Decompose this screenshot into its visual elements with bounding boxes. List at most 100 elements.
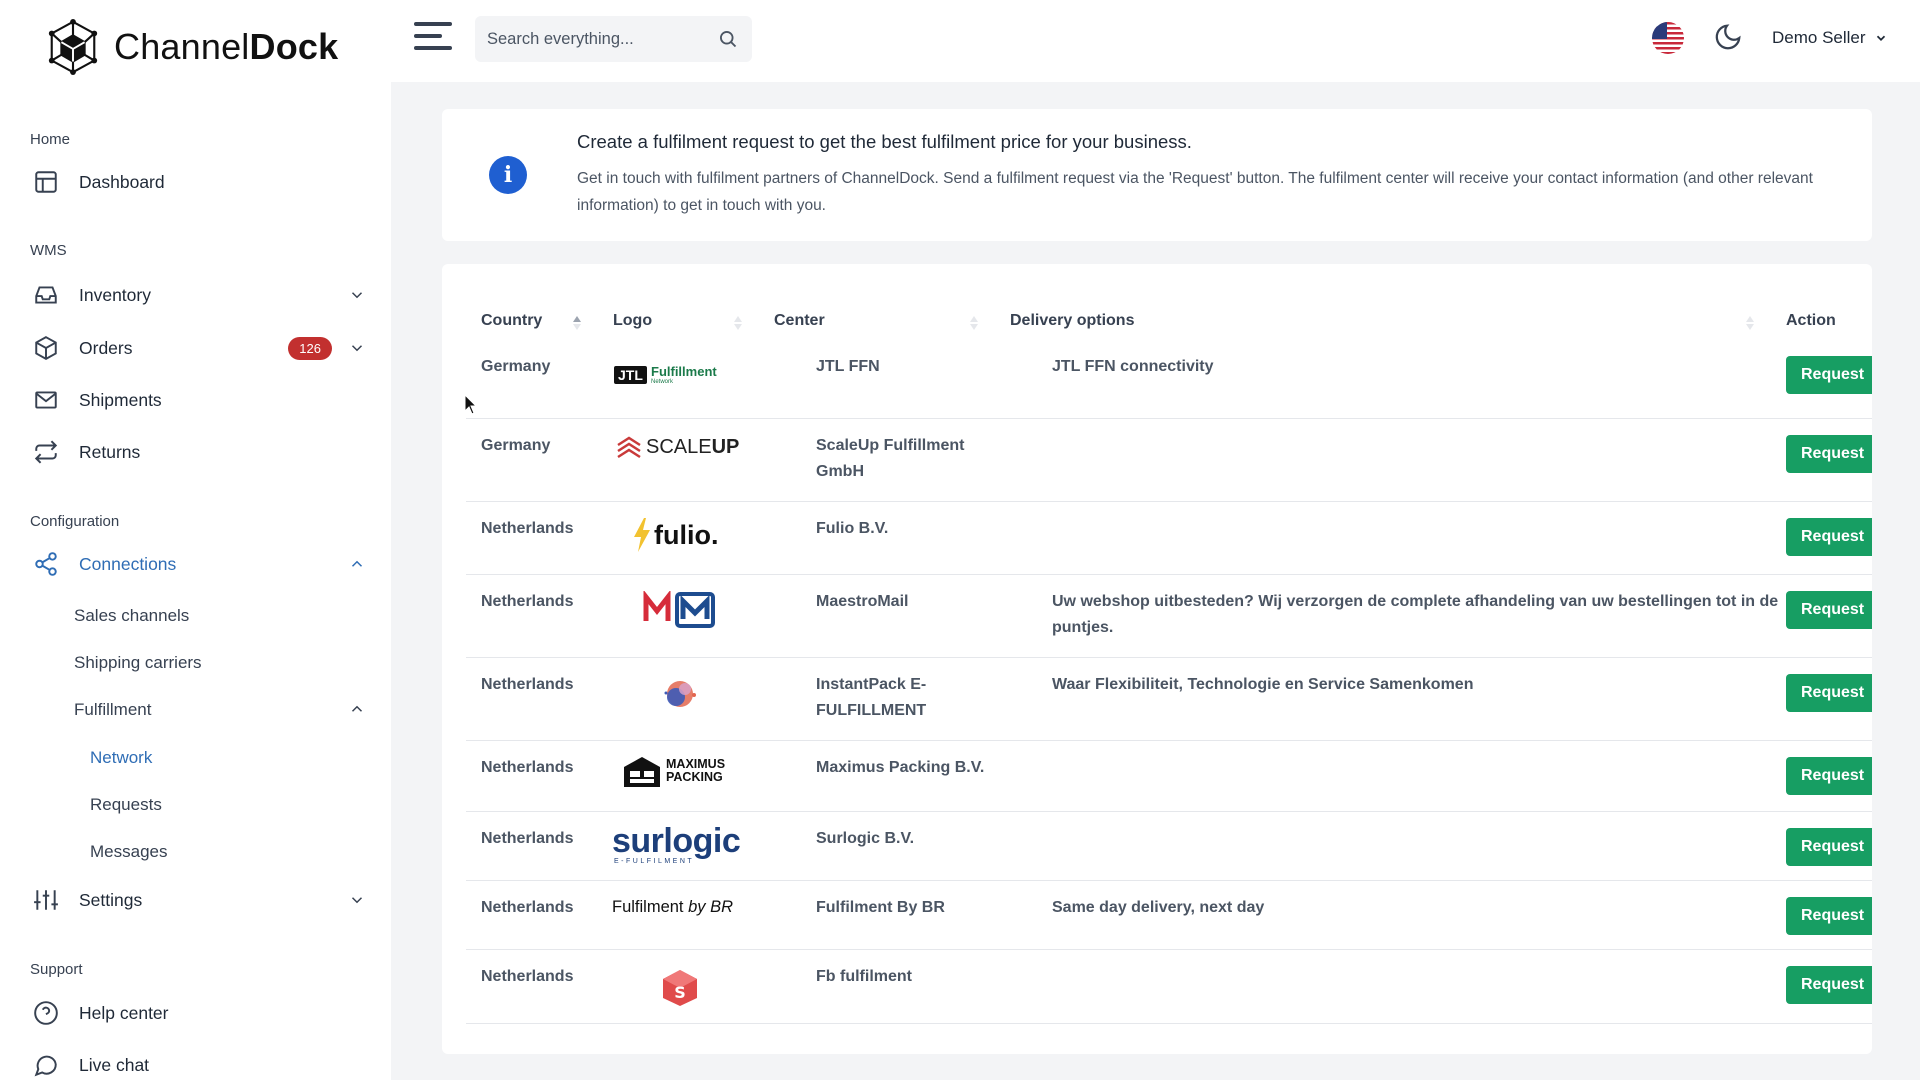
sidebar-item-label: Orders [79,337,133,358]
channeldock-logo-icon [48,18,98,76]
col-header-delivery-options[interactable]: Delivery options [1010,312,1134,330]
section-home: Home [30,131,71,148]
request-button[interactable]: Request [1786,356,1872,394]
cell-center: Surlogic B.V. [816,830,915,847]
brand-logo[interactable]: ChannelDock [44,16,338,78]
svg-text:S: S [674,983,686,1002]
sidebar-item-inventory[interactable]: Inventory [30,275,366,315]
sidebar: ChannelDock Home Dashboard WMS Inventory… [0,0,391,1080]
surlogic-logo-sub: E-FULFILMENT [614,858,695,865]
col-header-action: Action [1786,312,1836,329]
sort-icon[interactable] [969,314,979,332]
info-title: Create a fulfilment request to get the b… [577,131,1192,152]
request-button[interactable]: Request [1786,966,1872,1004]
cell-center: MaestroMail [816,593,909,610]
sidebar-item-shipments[interactable]: Shipments [30,380,366,420]
scaleup-logo: SCALEUP [616,435,746,465]
sidebar-item-live-chat[interactable]: Live chat [30,1045,366,1080]
sidebar-item-label: Dashboard [79,171,165,192]
maestromail-logo-mark-icon [643,589,715,628]
cell-country: Netherlands [481,759,574,776]
cell-delivery: JTL FFN connectivity [1052,358,1214,375]
share-icon [30,548,62,580]
search-input[interactable] [487,29,707,49]
sidebar-item-label: Settings [79,889,143,910]
cell-country: Germany [481,358,551,375]
sidebar-item-help-center[interactable]: Help center [30,993,366,1033]
warehouse-icon [624,757,660,787]
sidebar-item-orders[interactable]: Orders 126 [30,328,366,368]
cell-center: JTL FFN [816,358,880,375]
cell-country: Germany [481,437,551,454]
table-row: Netherlands InstantPack E-FULFILLMENT Wa… [466,658,1872,741]
section-wms: WMS [30,242,67,259]
sort-icon[interactable] [572,314,582,332]
chevron-down-icon [1876,35,1885,41]
sidebar-item-label: Shipments [79,389,162,410]
sidebar-item-shipping-carriers[interactable]: Shipping carriers [74,653,202,673]
br-logo-text-a: Fulfilment [612,898,689,916]
search-box[interactable] [475,16,752,62]
info-card: i Create a fulfilment request to get the… [442,109,1872,241]
cell-country: Netherlands [481,593,574,610]
sidebar-item-label: Connections [79,553,177,574]
sidebar-item-label: Inventory [79,284,151,305]
table-row: Netherlands fulio. Fulio B.V. Request [466,502,1872,575]
orders-count-badge: 126 [288,336,332,360]
cell-delivery: Uw webshop uitbesteden? Wij verzorgen de… [1052,593,1779,636]
top-bar: Demo Seller [391,0,1920,82]
sidebar-item-dashboard[interactable]: Dashboard [30,162,366,202]
sidebar-item-returns[interactable]: Returns [30,432,366,472]
request-button[interactable]: Request [1786,828,1872,866]
request-button[interactable]: Request [1786,757,1872,795]
scaleup-logo-text-a: SCALE [646,436,712,458]
request-button[interactable]: Request [1786,897,1872,935]
table-row: Germany JTL Fulfillment Network JTL FFN … [466,350,1872,419]
chevron-up-icon [348,555,366,573]
maximus-packing-logo-text: MAXIMUS PACKING [666,758,725,784]
sidebar-item-settings[interactable]: Settings [30,880,366,920]
request-button[interactable]: Request [1786,435,1872,473]
chevron-up-icon [348,700,366,723]
table-row: Netherlands MAXIMUS PACKING Maximus Pack… [466,741,1872,812]
request-button[interactable]: Request [1786,674,1872,712]
sort-icon[interactable] [1745,314,1755,332]
sidebar-item-requests[interactable]: Requests [90,795,162,815]
us-flag-icon[interactable] [1652,22,1684,54]
sidebar-item-connections[interactable]: Connections [30,544,366,584]
cell-country: Netherlands [481,676,574,693]
fulfilment-by-br-logo: Fulfilment by BR [612,898,752,922]
jtl-logo: JTL Fulfillment Network [614,364,734,390]
search-icon[interactable] [718,29,738,49]
col-header-center[interactable]: Center [774,312,825,330]
user-menu[interactable]: Demo Seller [1772,28,1888,48]
chevron-down-icon [348,891,366,909]
scaleup-logo-text-b: UP [711,436,740,458]
sidebar-item-network[interactable]: Network [90,748,152,768]
cell-delivery: Waar Flexibiliteit, Technologie en Servi… [1052,676,1474,693]
sidebar-item-fulfillment[interactable]: Fulfillment [74,700,366,720]
surlogic-logo-text: surlogic [612,822,741,860]
request-button[interactable]: Request [1786,518,1872,556]
request-button[interactable]: Request [1786,591,1872,629]
table-row: Germany SCALEUP ScaleUp Fulfillment GmbH… [466,419,1872,502]
menu-toggle-icon[interactable] [414,22,452,54]
sidebar-item-sales-channels[interactable]: Sales channels [74,606,189,626]
table-row: Netherlands surlogic E-FULFILMENT Surlog… [466,812,1872,881]
help-circle-icon [30,997,62,1029]
fb-fulfilment-logo: S [661,968,699,1008]
fulio-logo-text: fulio. [654,520,719,550]
cell-country: Netherlands [481,520,574,537]
col-header-logo[interactable]: Logo [613,312,652,330]
cell-country: Netherlands [481,968,574,985]
cell-center: ScaleUp Fulfillment GmbH [816,437,965,480]
section-configuration: Configuration [30,513,120,530]
fulio-logo: fulio. [632,518,732,558]
brand-name-bold: Dock [249,26,339,67]
sidebar-item-messages[interactable]: Messages [90,842,167,862]
col-header-country[interactable]: Country [481,312,542,330]
moon-icon[interactable] [1713,22,1745,54]
scaleup-logo-mark-icon [617,436,641,459]
info-text: Get in touch with fulfilment partners of… [577,170,1813,214]
sort-icon[interactable] [733,314,743,332]
